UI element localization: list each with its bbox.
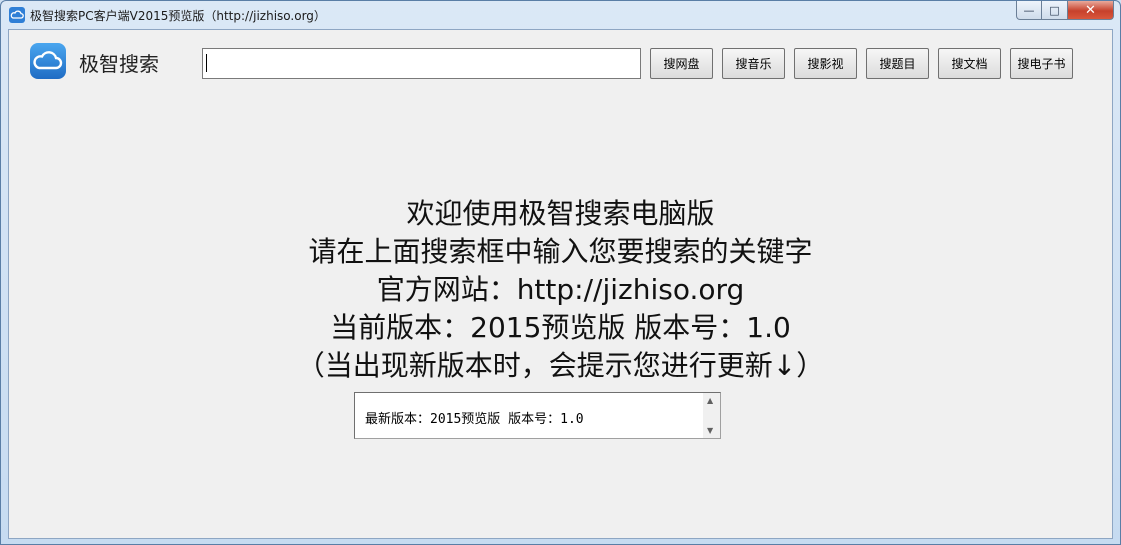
search-music-button[interactable]: 搜音乐 xyxy=(722,48,785,79)
version-line: 当前版本：2015预览版 版本号：1.0 xyxy=(330,311,791,344)
vertical-scrollbar[interactable]: ▲ ▼ xyxy=(703,393,720,438)
maximize-button[interactable]: □ xyxy=(1042,1,1068,20)
minimize-button[interactable]: — xyxy=(1016,1,1042,20)
client-area: 极智搜索 搜网盘 搜音乐 搜影视 搜题目 搜文档 搜电子书 欢迎使用极智搜索电脑… xyxy=(8,29,1113,539)
cloud-icon xyxy=(9,7,25,23)
title-bar[interactable]: 极智搜索PC客户端V2015预览版（http://jizhiso.org） — … xyxy=(1,1,1120,29)
scroll-up-icon[interactable]: ▲ xyxy=(707,396,713,405)
window-controls: — □ ✕ xyxy=(1016,1,1114,21)
app-window: 极智搜索PC客户端V2015预览版（http://jizhiso.org） — … xyxy=(0,0,1121,545)
search-netdisk-button[interactable]: 搜网盘 xyxy=(650,48,713,79)
welcome-message: 欢迎使用极智搜索电脑版 请在上面搜索框中输入您要搜索的关键字 官方网站：http… xyxy=(9,195,1112,385)
search-questions-button[interactable]: 搜题目 xyxy=(866,48,929,79)
instruction-line: 请在上面搜索框中输入您要搜索的关键字 xyxy=(308,235,813,268)
welcome-line: 欢迎使用极智搜索电脑版 xyxy=(406,197,715,230)
website-line: 官方网站：http://jizhiso.org xyxy=(376,273,745,306)
cloud-icon xyxy=(30,43,66,79)
search-input[interactable] xyxy=(202,48,641,79)
brand-name: 极智搜索 xyxy=(79,52,159,76)
search-ebooks-button[interactable]: 搜电子书 xyxy=(1010,48,1073,79)
latest-version-text: 最新版本：2015预览版 版本号：1.0 xyxy=(365,412,584,427)
update-hint-line: （当出现新版本时，会提示您进行更新↓） xyxy=(296,349,825,382)
latest-version-textbox[interactable]: 最新版本：2015预览版 版本号：1.0 ▲ ▼ xyxy=(354,392,721,439)
window-title: 极智搜索PC客户端V2015预览版（http://jizhiso.org） xyxy=(30,9,326,23)
search-video-button[interactable]: 搜影视 xyxy=(794,48,857,79)
close-button[interactable]: ✕ xyxy=(1068,1,1114,20)
search-documents-button[interactable]: 搜文档 xyxy=(938,48,1001,79)
scroll-down-icon[interactable]: ▼ xyxy=(707,426,713,435)
text-caret xyxy=(206,54,207,72)
